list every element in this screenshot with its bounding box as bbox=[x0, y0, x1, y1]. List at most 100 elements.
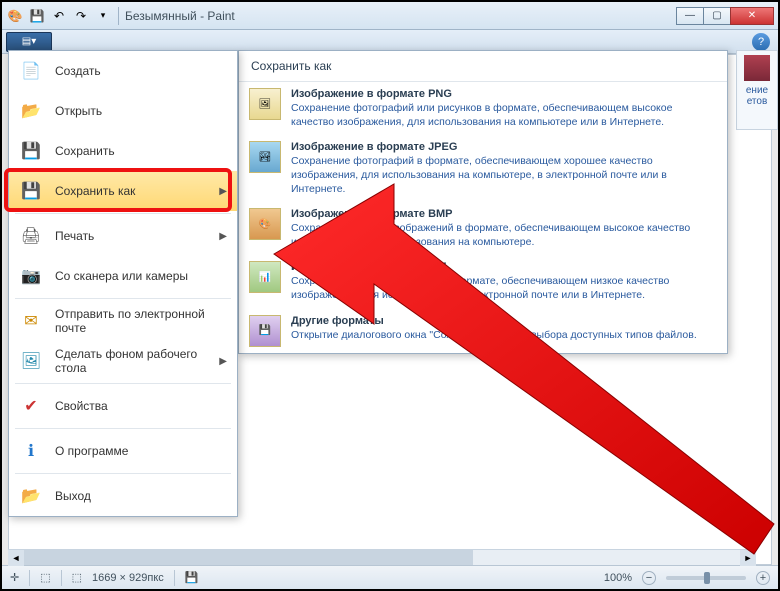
title-bar: 🎨 💾 ↶ ↷ ▾ Безымянный - Paint — ▢ ✕ bbox=[2, 2, 778, 30]
zoom-slider-thumb[interactable] bbox=[704, 572, 710, 584]
submenu-item-other[interactable]: 💾 Другие форматы Открытие диалогового ок… bbox=[239, 309, 727, 353]
properties-icon: ✔ bbox=[19, 394, 43, 418]
submenu-desc: Сохранение фотографий или рисунков в фор… bbox=[291, 102, 717, 129]
menu-label: Открыть bbox=[55, 104, 227, 118]
submenu-item-png[interactable]: 🖼 Изображение в формате PNG Сохранение ф… bbox=[239, 82, 727, 135]
horizontal-scrollbar[interactable]: ◄ ► bbox=[8, 549, 756, 565]
submenu-desc: Открытие диалогового окна "Сохранить как… bbox=[291, 329, 717, 343]
scrollbar-thumb[interactable] bbox=[24, 550, 473, 565]
menu-item-properties[interactable]: ✔ Свойства bbox=[9, 386, 237, 426]
submenu-title: Сохранить как bbox=[239, 51, 727, 82]
scroll-right-arrow[interactable]: ► bbox=[740, 550, 756, 566]
submenu-desc: Сохранение любых изображений в формате, … bbox=[291, 222, 717, 249]
submenu-arrow-icon: ▶ bbox=[219, 356, 227, 367]
status-bar: ✛ ⬚ ⬚ 1669 × 929пкс 💾 100% − + bbox=[2, 565, 778, 589]
zoom-slider[interactable] bbox=[666, 576, 746, 580]
menu-item-exit[interactable]: 📂 Выход bbox=[9, 476, 237, 516]
selection-size-icon: ⬚ bbox=[40, 571, 50, 584]
canvas-size-icon: ⬚ bbox=[72, 571, 82, 584]
menu-separator bbox=[15, 383, 231, 384]
save-icon: 💾 bbox=[19, 139, 43, 163]
submenu-arrow-icon: ▶ bbox=[219, 231, 227, 242]
menu-separator bbox=[15, 213, 231, 214]
qat-redo-icon[interactable]: ↷ bbox=[72, 7, 90, 25]
submenu-arrow-icon: ▶ bbox=[219, 186, 227, 197]
menu-item-save[interactable]: 💾 Сохранить bbox=[9, 131, 237, 171]
submenu-head: Изображение в формате GIF bbox=[291, 261, 717, 273]
qat-undo-icon[interactable]: ↶ bbox=[50, 7, 68, 25]
title-separator bbox=[118, 7, 119, 25]
menu-label: Выход bbox=[55, 489, 227, 503]
scanner-icon: 📷 bbox=[19, 264, 43, 288]
submenu-item-bmp[interactable]: 🎨 Изображение в формате BMP Сохранение л… bbox=[239, 202, 727, 255]
menu-item-print[interactable]: 🖨 Печать ▶ bbox=[9, 216, 237, 256]
menu-label: Печать bbox=[55, 229, 207, 243]
menu-label: О программе bbox=[55, 444, 227, 458]
clipped-text-2: етов bbox=[741, 96, 773, 107]
menu-item-scanner[interactable]: 📷 Со сканера или камеры bbox=[9, 256, 237, 296]
minimize-button[interactable]: — bbox=[676, 7, 704, 25]
file-tab-button[interactable]: ▤▾ bbox=[6, 32, 52, 52]
submenu-text: Другие форматы Открытие диалогового окна… bbox=[291, 315, 717, 347]
zoom-level: 100% bbox=[604, 572, 632, 584]
about-icon: ℹ bbox=[19, 439, 43, 463]
submenu-text: Изображение в формате BMP Сохранение люб… bbox=[291, 208, 717, 249]
close-button[interactable]: ✕ bbox=[730, 7, 774, 25]
file-menu: 📄 Создать 📂 Открыть 💾 Сохранить 💾 Сохран… bbox=[8, 50, 238, 517]
open-icon: 📂 bbox=[19, 99, 43, 123]
new-icon: 📄 bbox=[19, 59, 43, 83]
canvas-dimensions: 1669 × 929пкс bbox=[92, 572, 164, 584]
help-button[interactable]: ? bbox=[752, 33, 770, 51]
mail-icon: ✉ bbox=[19, 309, 43, 333]
quick-access-toolbar: 🎨 💾 ↶ ↷ ▾ bbox=[6, 7, 112, 25]
scroll-left-arrow[interactable]: ◄ bbox=[8, 550, 24, 566]
menu-item-open[interactable]: 📂 Открыть bbox=[9, 91, 237, 131]
ribbon-clipped-panel: ение етов bbox=[736, 50, 778, 130]
status-separator bbox=[29, 570, 30, 586]
save-as-submenu: Сохранить как 🖼 Изображение в формате PN… bbox=[238, 50, 728, 354]
submenu-item-jpeg[interactable]: 🏞 Изображение в формате JPEG Сохранение … bbox=[239, 135, 727, 202]
maximize-button[interactable]: ▢ bbox=[703, 7, 731, 25]
zoom-in-button[interactable]: + bbox=[756, 571, 770, 585]
menu-separator bbox=[15, 428, 231, 429]
menu-label: Свойства bbox=[55, 399, 227, 413]
menu-item-wallpaper[interactable]: 🖼 Сделать фоном рабочего стола ▶ bbox=[9, 341, 237, 381]
menu-label: Сделать фоном рабочего стола bbox=[55, 347, 207, 375]
menu-label: Создать bbox=[55, 64, 227, 78]
submenu-text: Изображение в формате JPEG Сохранение фо… bbox=[291, 141, 717, 196]
menu-label: Отправить по электронной почте bbox=[55, 307, 227, 335]
submenu-text: Изображение в формате GIF Сохранение про… bbox=[291, 261, 717, 302]
menu-label: Со сканера или камеры bbox=[55, 269, 227, 283]
window-title: Безымянный - Paint bbox=[125, 9, 235, 23]
qat-save-icon[interactable]: 💾 bbox=[28, 7, 46, 25]
submenu-head: Изображение в формате JPEG bbox=[291, 141, 717, 153]
submenu-head: Другие форматы bbox=[291, 315, 717, 327]
file-size-icon: 💾 bbox=[185, 571, 199, 584]
bmp-format-icon: 🎨 bbox=[249, 208, 281, 240]
jpeg-format-icon: 🏞 bbox=[249, 141, 281, 173]
app-icon: 🎨 bbox=[6, 7, 24, 25]
submenu-head: Изображение в формате PNG bbox=[291, 88, 717, 100]
menu-label: Сохранить bbox=[55, 144, 227, 158]
qat-customize-icon[interactable]: ▾ bbox=[94, 7, 112, 25]
status-separator bbox=[174, 570, 175, 586]
submenu-desc: Сохранение фотографий в формате, обеспеч… bbox=[291, 155, 717, 196]
menu-item-save-as[interactable]: 💾 Сохранить как ▶ bbox=[9, 171, 237, 211]
window-controls: — ▢ ✕ bbox=[677, 7, 774, 25]
status-separator bbox=[61, 570, 62, 586]
submenu-text: Изображение в формате PNG Сохранение фот… bbox=[291, 88, 717, 129]
submenu-head: Изображение в формате BMP bbox=[291, 208, 717, 220]
submenu-item-gif[interactable]: 📊 Изображение в формате GIF Сохранение п… bbox=[239, 255, 727, 308]
other-format-icon: 💾 bbox=[249, 315, 281, 347]
menu-separator bbox=[15, 298, 231, 299]
menu-item-new[interactable]: 📄 Создать bbox=[9, 51, 237, 91]
print-icon: 🖨 bbox=[19, 224, 43, 248]
menu-separator bbox=[15, 473, 231, 474]
zoom-out-button[interactable]: − bbox=[642, 571, 656, 585]
saveas-icon: 💾 bbox=[19, 179, 43, 203]
menu-label: Сохранить как bbox=[55, 184, 207, 198]
clipped-text-1: ение bbox=[741, 85, 773, 96]
menu-item-about[interactable]: ℹ О программе bbox=[9, 431, 237, 471]
menu-item-email[interactable]: ✉ Отправить по электронной почте bbox=[9, 301, 237, 341]
color-swatch-icon bbox=[744, 55, 770, 81]
